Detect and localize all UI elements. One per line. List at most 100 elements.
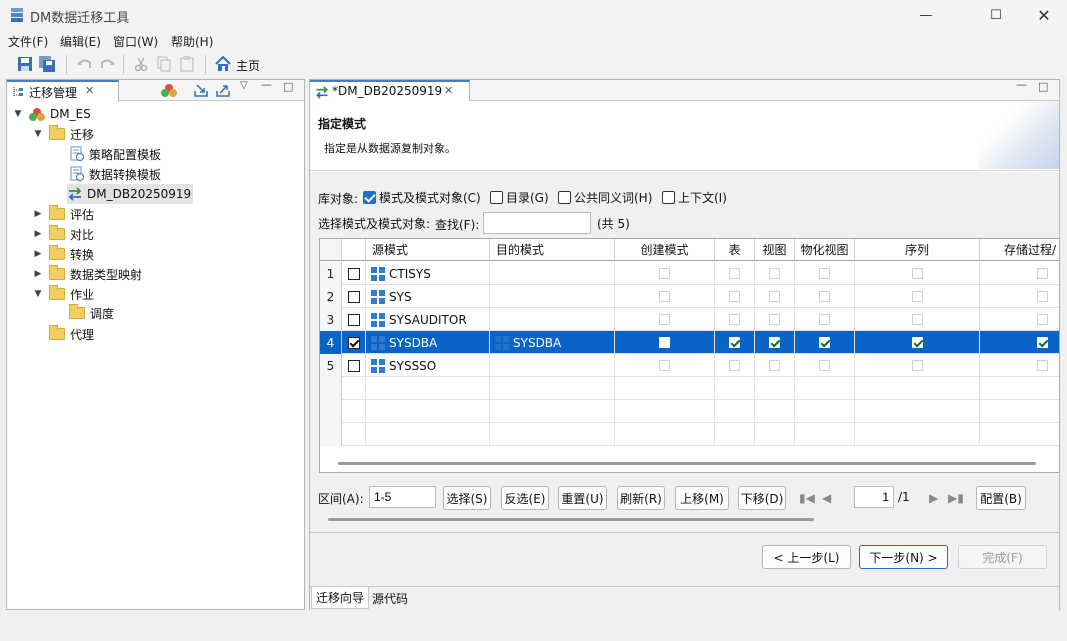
row-checkbox[interactable]: [347, 336, 360, 349]
option-context[interactable]: 上下文(I): [662, 189, 727, 206]
cell-checkbox[interactable]: [1036, 291, 1048, 302]
menu-window[interactable]: 窗口(W): [113, 33, 158, 50]
view-menu-icon[interactable]: ▽: [240, 80, 248, 91]
cell-checkbox[interactable]: [911, 291, 923, 302]
cell-checkbox[interactable]: [769, 291, 780, 302]
config-button[interactable]: 配置(B): [976, 486, 1026, 510]
move-up-button[interactable]: 上移(M): [675, 486, 729, 510]
cell-checkbox[interactable]: [729, 360, 740, 371]
row-checkbox[interactable]: [347, 359, 360, 372]
invert-button[interactable]: 反选(E): [501, 486, 549, 510]
maximize-button[interactable]: ☐: [973, 0, 1019, 31]
maximize-view-icon[interactable]: □: [1038, 80, 1048, 93]
col-header[interactable]: 序列: [855, 239, 980, 261]
tree-node-type-map[interactable]: ▶ 数据类型映射: [33, 264, 142, 284]
col-header[interactable]: 源模式: [366, 239, 490, 261]
option-schema-objects[interactable]: 模式及模式对象(C): [363, 189, 481, 206]
db-connect-icon[interactable]: [161, 83, 177, 98]
find-input[interactable]: [483, 212, 591, 234]
cell-checkbox[interactable]: [729, 337, 740, 348]
save-all-icon[interactable]: [38, 55, 56, 73]
tree-node-job[interactable]: ▼ 作业: [33, 284, 94, 304]
close-tab-icon[interactable]: ✕: [85, 84, 94, 97]
tree-node-schedule[interactable]: 调度: [69, 303, 114, 323]
table-row[interactable]: 5 SYSSSO: [320, 354, 1059, 377]
cell-checkbox[interactable]: [729, 291, 740, 302]
col-header[interactable]: 表: [715, 239, 755, 261]
cell-checkbox[interactable]: [769, 360, 780, 371]
prev-step-button[interactable]: < 上一步(L): [762, 545, 851, 569]
cell-checkbox[interactable]: [659, 360, 670, 371]
col-header[interactable]: 视图: [755, 239, 795, 261]
home-label[interactable]: 主页: [236, 57, 260, 74]
reset-button[interactable]: 重置(U): [558, 486, 607, 510]
collapse-arrow-icon[interactable]: ▶: [33, 269, 43, 279]
cell-checkbox[interactable]: [659, 337, 670, 348]
tree-node-job-item[interactable]: DM_DB20250919: [67, 184, 194, 204]
tree-node-policy-template[interactable]: 策略配置模板: [69, 144, 161, 164]
tree-node-evaluate[interactable]: ▶ 评估: [33, 204, 94, 224]
cell-checkbox[interactable]: [1036, 360, 1048, 371]
cell-checkbox[interactable]: [819, 291, 830, 302]
prev-page-icon[interactable]: ◀: [822, 491, 831, 505]
refresh-button[interactable]: 刷新(R): [617, 486, 665, 510]
cell-checkbox[interactable]: [769, 268, 780, 279]
tab-migration-wizard[interactable]: 迁移向导: [311, 587, 370, 609]
table-row[interactable]: 4 SYSDBA SYSDBA: [320, 331, 1059, 354]
tab-source-code[interactable]: 源代码: [368, 587, 412, 609]
checkbox[interactable]: [662, 191, 675, 204]
cell-checkbox[interactable]: [1036, 268, 1048, 279]
range-input[interactable]: [369, 486, 436, 508]
cell-checkbox[interactable]: [729, 314, 740, 325]
cut-icon[interactable]: [132, 55, 150, 73]
cell-checkbox[interactable]: [659, 314, 670, 325]
menu-help[interactable]: 帮助(H): [171, 33, 213, 50]
cell-checkbox[interactable]: [911, 360, 923, 371]
cell-checkbox[interactable]: [819, 360, 830, 371]
cell-checkbox[interactable]: [769, 337, 780, 348]
cell-checkbox[interactable]: [819, 268, 830, 279]
next-step-button[interactable]: 下一步(N) >: [859, 545, 948, 569]
row-checkbox[interactable]: [347, 290, 360, 303]
cell-checkbox[interactable]: [1036, 314, 1048, 325]
checkbox[interactable]: [363, 191, 376, 204]
table-row[interactable]: 1 CTISYS: [320, 262, 1059, 285]
finish-button[interactable]: 完成(F): [958, 545, 1047, 569]
tab-dm-db20250919[interactable]: *DM_DB20250919 ✕: [310, 80, 470, 102]
first-page-icon[interactable]: ▮◀: [799, 491, 815, 505]
cell-checkbox[interactable]: [911, 314, 923, 325]
copy-icon[interactable]: [155, 55, 173, 73]
tab-migration-manager[interactable]: 迁移管理 ✕: [7, 80, 119, 102]
cell-checkbox[interactable]: [659, 268, 670, 279]
tree-node-root[interactable]: ▼ DM_ES: [13, 104, 91, 124]
home-icon[interactable]: [214, 55, 232, 73]
menu-file[interactable]: 文件(F): [8, 33, 48, 50]
collapse-arrow-icon[interactable]: ▶: [33, 229, 43, 239]
collapse-arrow-icon[interactable]: ▶: [33, 209, 43, 219]
maximize-view-icon[interactable]: □: [283, 80, 293, 93]
horizontal-scrollbar[interactable]: [328, 518, 814, 521]
target-schema-cell[interactable]: [490, 262, 615, 285]
cell-checkbox[interactable]: [819, 314, 830, 325]
target-schema-cell[interactable]: [490, 308, 615, 331]
next-page-icon[interactable]: ▶: [929, 491, 938, 505]
col-header[interactable]: 存储过程/: [980, 239, 1059, 261]
col-header[interactable]: 物化视图: [795, 239, 855, 261]
collapse-arrow-icon[interactable]: ▶: [33, 249, 43, 259]
save-icon[interactable]: [16, 55, 34, 73]
expand-arrow-icon[interactable]: ▼: [33, 129, 43, 139]
option-catalog[interactable]: 目录(G): [490, 189, 549, 206]
cell-checkbox[interactable]: [769, 314, 780, 325]
page-input[interactable]: [854, 486, 894, 508]
horizontal-scrollbar[interactable]: [338, 462, 1036, 465]
target-schema-cell[interactable]: [490, 285, 615, 308]
menu-edit[interactable]: 编辑(E): [60, 33, 101, 50]
col-header[interactable]: 创建模式: [615, 239, 715, 261]
paste-icon[interactable]: [178, 55, 196, 73]
checkbox[interactable]: [490, 191, 503, 204]
cell-checkbox[interactable]: [819, 337, 830, 348]
target-schema-cell[interactable]: [490, 354, 615, 377]
close-tab-icon[interactable]: ✕: [444, 84, 453, 97]
tree-node-convert-template[interactable]: 数据转换模板: [69, 164, 161, 184]
minimize-view-icon[interactable]: —: [261, 78, 272, 91]
